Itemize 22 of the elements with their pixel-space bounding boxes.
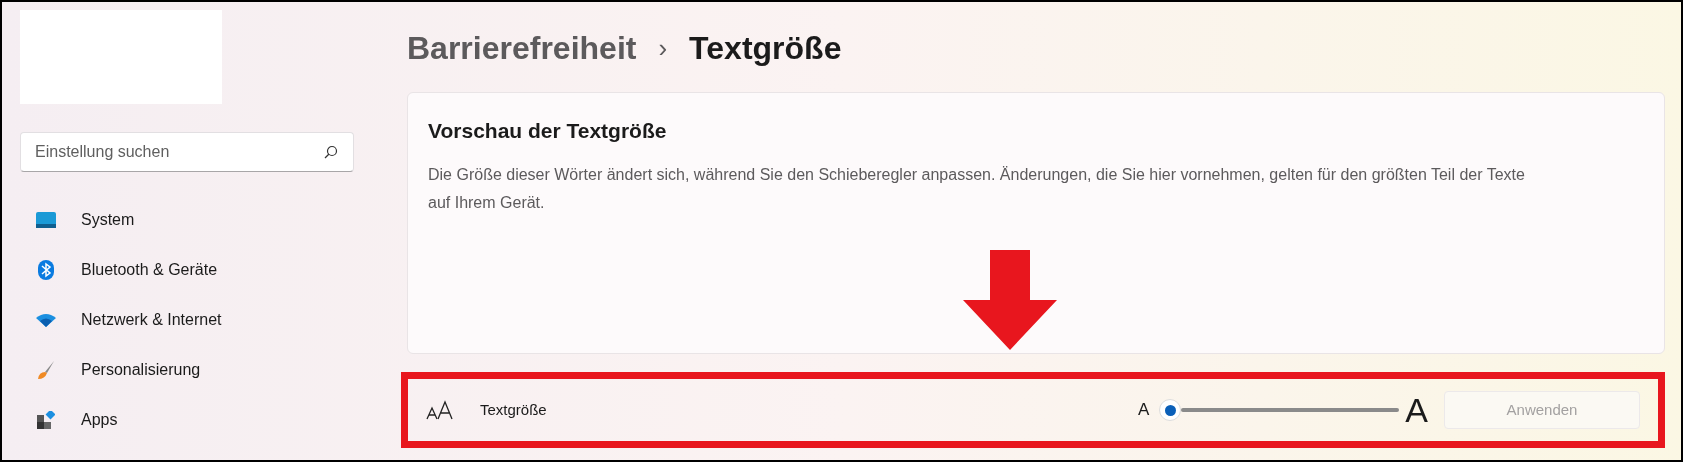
search-icon [324,145,338,159]
large-text-mark: A [1405,393,1428,427]
breadcrumb-link[interactable]: Barrierefreiheit [407,24,637,72]
brush-icon [36,360,56,380]
preview-title: Vorschau der Textgröße [428,118,668,144]
bluetooth-icon [38,260,54,280]
search-field[interactable]: Einstellung suchen [20,132,354,172]
setting-label: Textgröße [480,399,547,420]
breadcrumb-separator: › [658,31,668,65]
arrow-icon [963,250,1057,350]
text-size-icon [426,400,454,420]
preview-description: Die Größe dieser Wörter ändert sich, während Sie den Schieberegler anpassen. Änderungen, die Sie hier vornehmen, gelten für den größten Teil der Texte auf Ihrem Gerät. [428,164,1526,213]
nav-item[interactable]: Bluetooth & Geräte [20,252,363,288]
small-text-mark: A [1137,399,1150,422]
apps-icon [37,411,55,429]
wifi-icon [36,313,56,327]
monitor-icon [36,212,56,228]
nav-item[interactable]: System [20,202,363,238]
nav-item[interactable]: Personalisierung [20,352,363,388]
page-title: Textgröße [689,29,842,68]
nav-item[interactable]: Apps [20,402,363,438]
nav-item[interactable]: Netzwerk & Internet [20,302,363,338]
